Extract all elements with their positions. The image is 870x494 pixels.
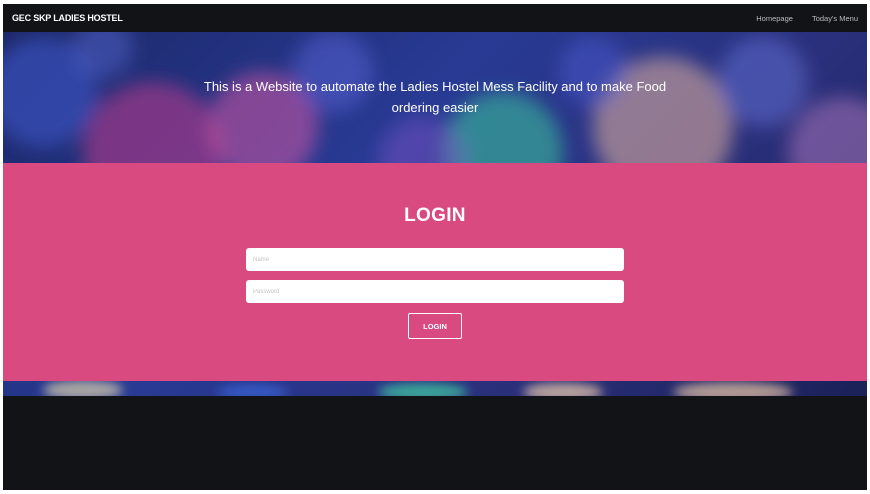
top-navbar: GEC SKP LADIES HOSTEL Homepage Today's M…	[3, 4, 867, 32]
page-frame: This is a Website to automate the Ladies…	[3, 4, 867, 490]
nav-link-todays-menu[interactable]: Today's Menu	[812, 14, 858, 23]
login-title: LOGIN	[404, 205, 466, 226]
nav-link-homepage[interactable]: Homepage	[756, 14, 793, 23]
login-button[interactable]: LOGIN	[408, 313, 462, 339]
brand-logo-link[interactable]: GEC SKP LADIES HOSTEL	[12, 13, 123, 23]
nav-links: Homepage Today's Menu	[737, 14, 858, 23]
hero-tagline-line-1: This is a Website to automate the Ladies…	[203, 79, 667, 94]
password-input[interactable]	[246, 280, 624, 303]
footer	[3, 396, 867, 490]
hero-tagline: This is a Website to automate the Ladies…	[3, 76, 867, 118]
name-input[interactable]	[246, 248, 624, 271]
hero-tagline-line-2: ordering easier	[391, 100, 479, 115]
login-section: LOGIN LOGIN	[3, 163, 867, 381]
